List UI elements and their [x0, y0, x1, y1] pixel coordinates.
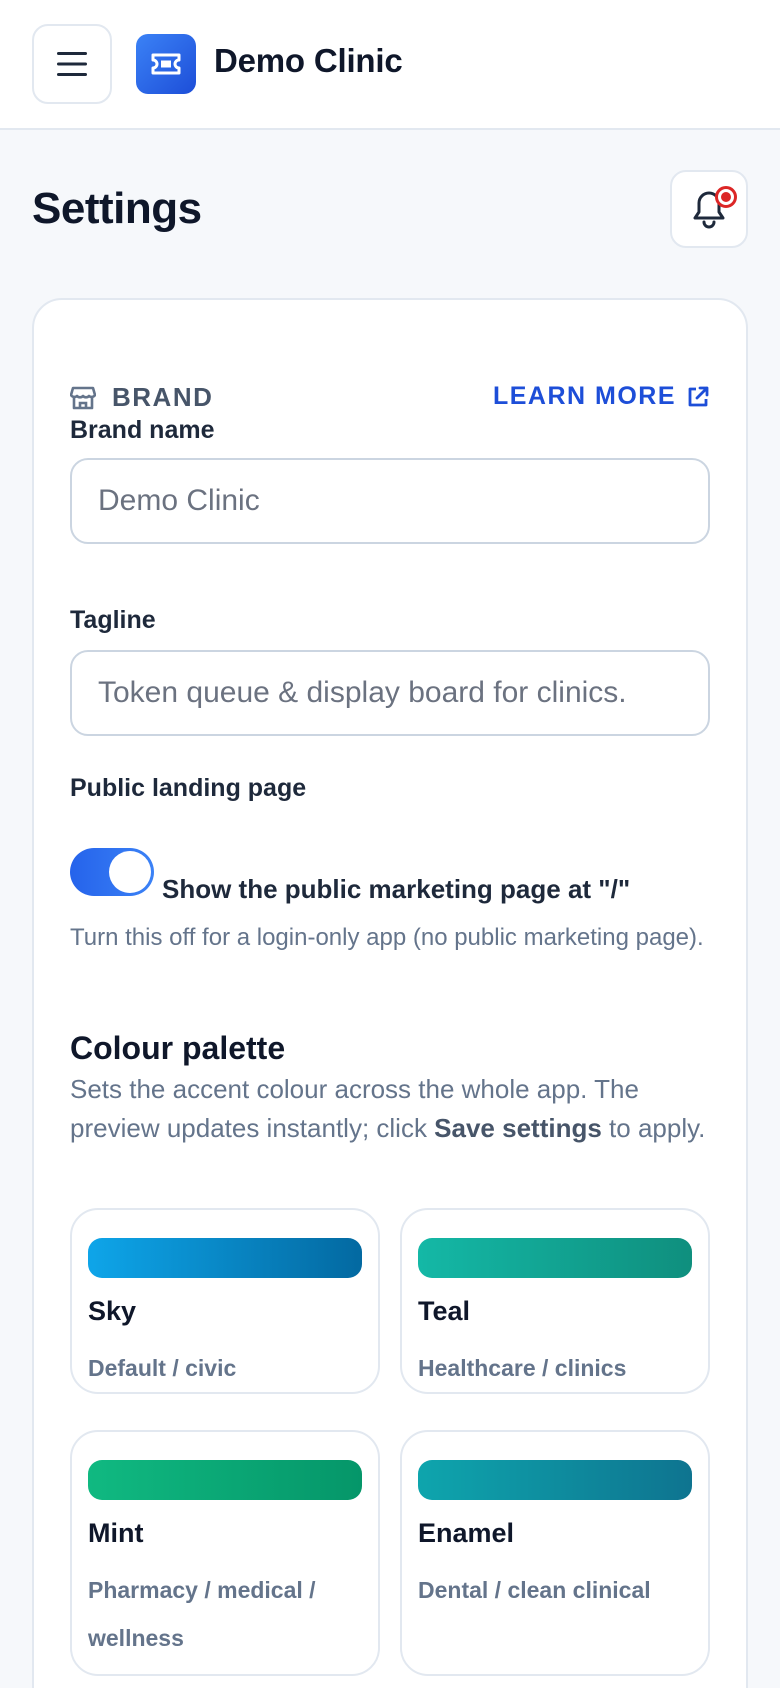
swatch-color-bar [418, 1238, 692, 1278]
palette-option-mint[interactable]: Mint Pharmacy / medical / wellness [70, 1430, 380, 1676]
hamburger-menu-icon [57, 52, 87, 76]
swatch-name: Sky [88, 1296, 137, 1326]
swatch-color-bar [88, 1238, 362, 1278]
notifications-button[interactable] [670, 170, 748, 248]
public-landing-hint: Turn this off for a login-only app (no p… [70, 924, 704, 951]
swatch-name: Teal [418, 1296, 471, 1326]
colour-palette-title: Colour palette [70, 1030, 286, 1066]
notification-badge [715, 186, 737, 208]
section-label: BRAND [112, 382, 214, 412]
public-landing-toggle[interactable] [70, 848, 154, 896]
learn-more-label: LEARN MORE [492, 382, 676, 410]
top-app-bar: Demo Clinic [0, 0, 780, 130]
tagline-input[interactable] [70, 650, 710, 736]
menu-button[interactable] [32, 24, 112, 104]
swatch-color-bar [418, 1460, 692, 1500]
toggle-knob [109, 851, 151, 893]
settings-card: BRAND LEARN MORE Brand name Tagline Publ… [32, 298, 748, 1688]
storefront-icon [70, 386, 96, 409]
swatch-description: Dental / clean clinical [418, 1577, 651, 1603]
brand-section-header: BRAND [70, 382, 213, 413]
swatch-description: Pharmacy / medical / wellness [88, 1577, 316, 1651]
app-logo[interactable] [136, 34, 196, 94]
swatch-color-bar [88, 1460, 362, 1500]
brand-name-label: Brand name [70, 416, 215, 444]
ticket-icon [151, 53, 181, 75]
public-landing-label: Public landing page [70, 774, 307, 802]
swatch-description: Healthcare / clinics [418, 1355, 627, 1381]
palette-option-enamel[interactable]: Enamel Dental / clean clinical [400, 1430, 710, 1676]
page-title: Settings [32, 184, 202, 233]
external-link-icon [688, 386, 709, 406]
palette-option-teal[interactable]: Teal Healthcare / clinics [400, 1208, 710, 1394]
save-settings-reference: Save settings [434, 1113, 602, 1143]
brand-name-input[interactable] [70, 458, 710, 544]
learn-more-link[interactable]: LEARN MORE [493, 382, 710, 411]
swatch-name: Enamel [418, 1518, 515, 1548]
public-landing-toggle-text: Show the public marketing page at "/" [162, 874, 631, 904]
palette-option-sky[interactable]: Sky Default / civic [70, 1208, 380, 1394]
swatch-name: Mint [88, 1518, 144, 1548]
app-title: Demo Clinic [214, 42, 403, 79]
colour-palette-description: Sets the accent colour across the whole … [70, 1074, 706, 1143]
swatch-description: Default / civic [88, 1355, 237, 1381]
tagline-label: Tagline [70, 606, 156, 634]
